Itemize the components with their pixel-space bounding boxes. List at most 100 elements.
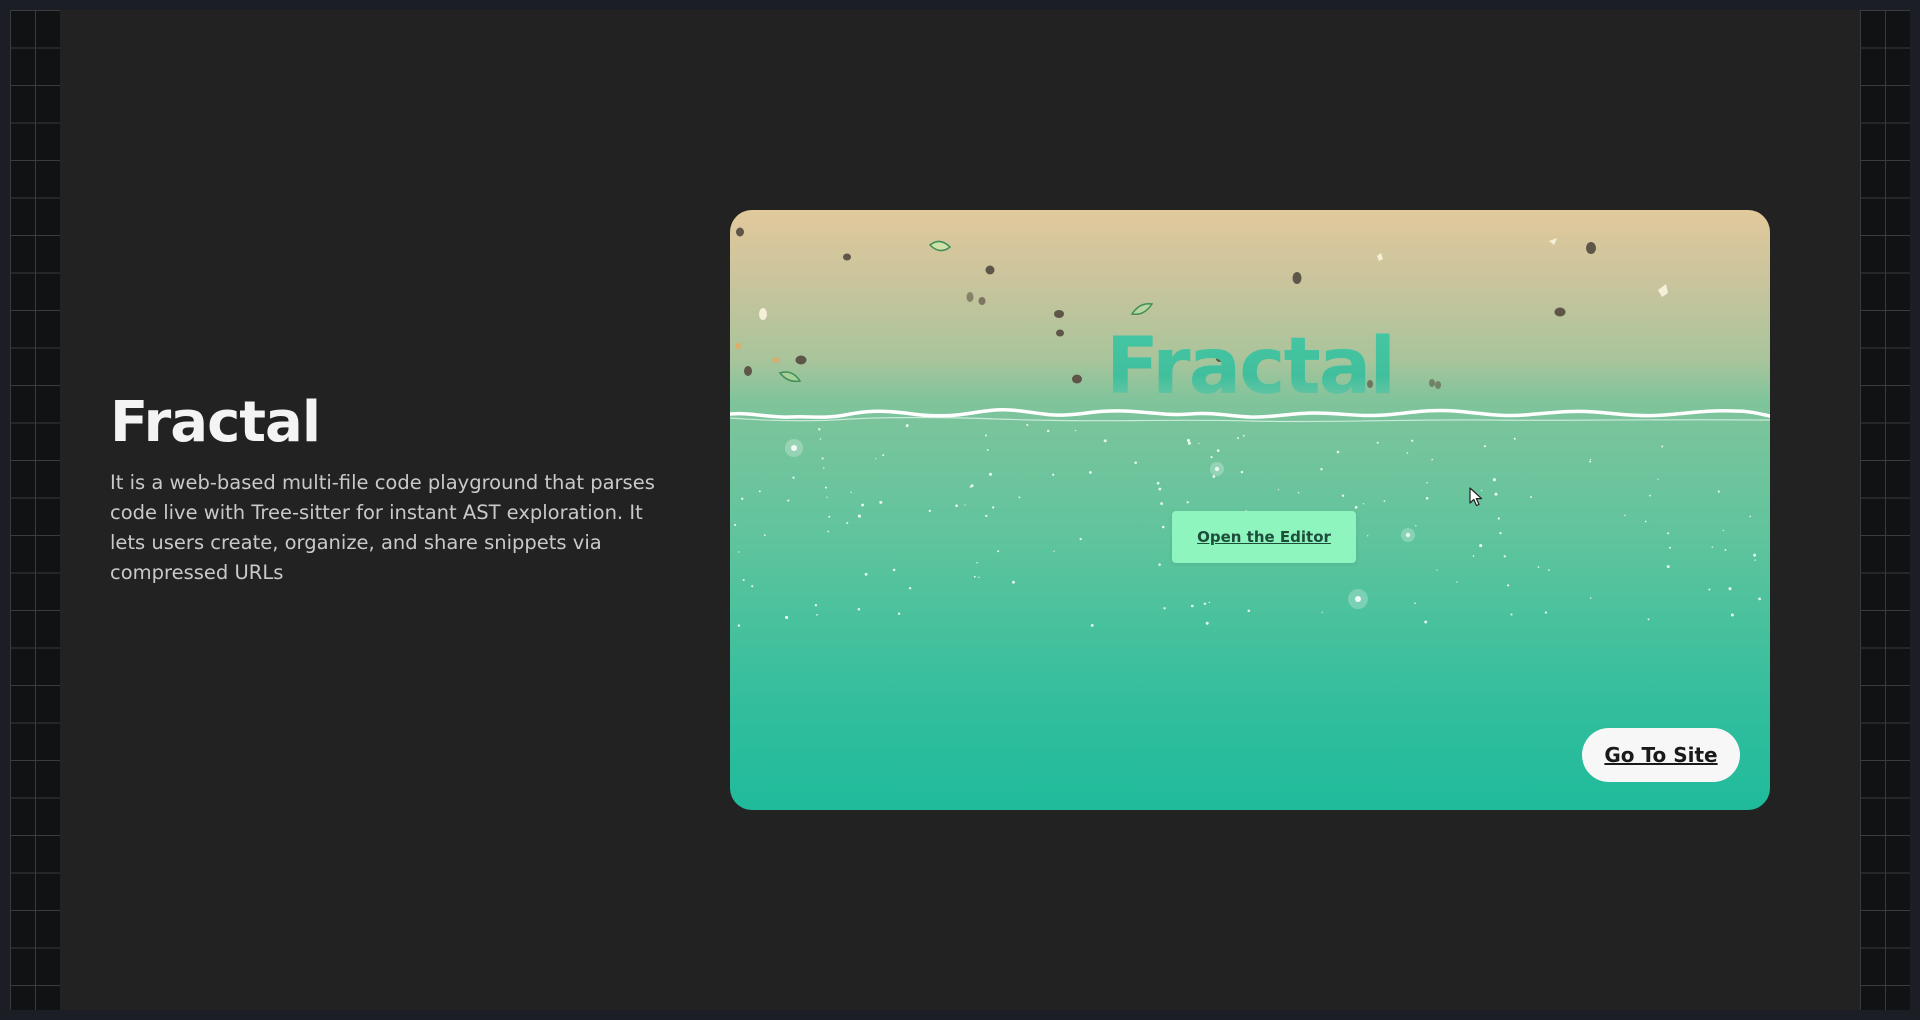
water-sparkle [1753, 553, 1757, 557]
water-sparkle [1134, 461, 1137, 464]
water-sparkle [1161, 525, 1165, 529]
water-sparkle [1479, 544, 1483, 548]
water-sparkle [1426, 481, 1428, 484]
water-sparkle [1548, 569, 1550, 571]
water-sparkle [818, 428, 821, 431]
water-sparkle [985, 514, 988, 518]
water-sparkle [928, 509, 931, 513]
water-sparkle [1053, 550, 1055, 552]
water-sparkle [861, 503, 865, 507]
water-sparkle [785, 615, 789, 620]
water-sparkle [1667, 532, 1670, 535]
water-sparkle [1589, 460, 1592, 463]
water-sparkle [1499, 531, 1502, 535]
water-sparkle [1497, 517, 1500, 520]
water-sparkle [1205, 621, 1209, 625]
water-sparkle [1187, 441, 1191, 445]
water-sparkle [1483, 445, 1486, 448]
water-sparkle [985, 434, 987, 437]
open-editor-button[interactable]: Open the Editor [1172, 511, 1356, 563]
water-sparkle [1661, 445, 1664, 448]
water-sparkle [997, 550, 1000, 553]
water-sparkle [1198, 442, 1200, 445]
water-sparkle [1507, 584, 1510, 587]
water-sparkle [1492, 478, 1496, 482]
water-sparkle [1644, 520, 1647, 523]
water-sparkle [879, 500, 883, 504]
water-sparkle [1079, 537, 1082, 541]
water-sparkle [973, 575, 976, 578]
water-sparkle [864, 572, 868, 576]
water-sparkle [1666, 565, 1670, 569]
water-sparkle [1321, 611, 1323, 613]
water-sparkle [738, 551, 740, 553]
water-sparkle [1240, 470, 1244, 474]
water-sparkle [1103, 439, 1107, 443]
water-sparkle [1341, 494, 1345, 497]
water-sparkle [964, 504, 966, 506]
water-sparkle [822, 467, 825, 469]
project-title: Fractal [110, 390, 321, 455]
water-sparkle [828, 515, 831, 518]
water-sparkle [1414, 602, 1416, 605]
water-sparkle [1074, 429, 1077, 432]
water-sparkle [1018, 496, 1021, 499]
water-sparkle [1362, 503, 1365, 505]
water-sparkle [1513, 437, 1516, 440]
water-sparkle [875, 458, 877, 460]
grid-decoration-left [10, 10, 60, 1010]
water-sparkle [986, 449, 989, 451]
water-sparkle [1090, 623, 1094, 627]
water-sparkle [1537, 566, 1540, 568]
water-sparkle [1047, 429, 1050, 433]
water-sparkle [1026, 423, 1029, 427]
water-sparkle [1717, 490, 1720, 493]
water-sparkle [1186, 501, 1189, 504]
water-sparkle [897, 612, 901, 615]
water-sparkle [814, 604, 818, 607]
water-sparkle [1052, 473, 1055, 476]
water-sparkle [976, 562, 978, 564]
water-sparkle [1530, 496, 1532, 499]
water-sparkle [1722, 529, 1724, 532]
water-sparkle [821, 457, 824, 460]
water-sparkle [1730, 613, 1734, 617]
water-sparkle [1456, 581, 1458, 583]
water-sparkle [1208, 601, 1211, 604]
water-sparkle [1711, 546, 1714, 548]
water-sparkle [1156, 481, 1160, 485]
go-to-site-button[interactable]: Go To Site [1582, 728, 1740, 782]
water-sparkle [1494, 492, 1498, 496]
fractal-logo-text: Fractal [730, 322, 1770, 412]
water-sparkle [758, 490, 761, 493]
water-sparkle [978, 576, 980, 579]
water-sparkle [792, 476, 795, 479]
water-sparkle [1012, 580, 1015, 584]
water-sparkle [1411, 439, 1414, 442]
beach-scene [730, 227, 1770, 627]
water-sparkle [1724, 548, 1727, 551]
water-sparkle [1754, 559, 1756, 561]
water-sparkle [1203, 602, 1207, 605]
water-sparkle [816, 614, 818, 616]
water-sparkle [850, 491, 852, 493]
water-sparkle [763, 534, 766, 536]
water-sparkle [1436, 569, 1438, 571]
water-sparkle [1163, 607, 1166, 610]
water-sparkle [1503, 555, 1506, 558]
water-sparkle [846, 521, 849, 525]
water-sparkle [988, 472, 993, 476]
water-sparkle [892, 568, 896, 572]
water-sparkle [751, 585, 754, 588]
water-sparkle [1336, 450, 1340, 454]
water-sparkle [1190, 604, 1194, 608]
grid-decoration-right [1860, 10, 1910, 1010]
water-sparkle [1277, 488, 1280, 491]
water-sparkle [1624, 514, 1626, 517]
project-description: It is a web-based multi-file code playgr… [110, 471, 655, 584]
water-sparkle [1160, 502, 1163, 505]
water-sparkle [1708, 588, 1711, 591]
water-sparkle [1216, 449, 1220, 452]
water-sparkle [1425, 496, 1429, 500]
water-sparkle [1367, 535, 1369, 537]
